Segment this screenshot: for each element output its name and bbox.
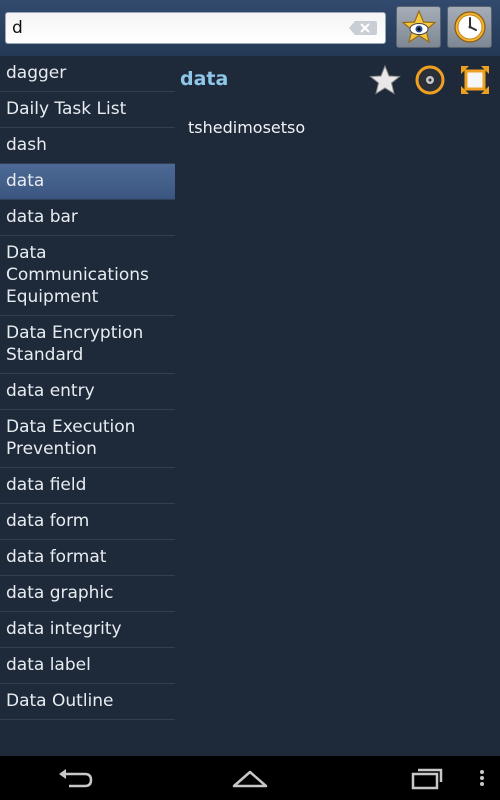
list-item[interactable]: Data Encryption Standard	[0, 316, 175, 374]
search-box[interactable]	[5, 12, 386, 44]
word-list[interactable]: dagger Daily Task List dash data data bar Dat…	[0, 56, 175, 756]
list-item[interactable]: data entry	[0, 374, 175, 410]
star-eye-icon	[401, 10, 437, 44]
dictionary-app: daggerDaily Task Listdashdatadata barDat…	[0, 0, 500, 800]
search-input[interactable]	[12, 13, 342, 43]
list-item[interactable]: dagger	[0, 56, 175, 92]
overflow-menu-icon[interactable]	[472, 764, 492, 792]
list-item[interactable]: data integrity	[0, 612, 175, 648]
audio-icon[interactable]	[414, 64, 446, 96]
list-item[interactable]: data	[0, 164, 175, 200]
list-item[interactable]: Data Execution Prevention	[0, 410, 175, 468]
system-nav-bar	[0, 756, 500, 800]
history-button[interactable]	[447, 6, 492, 48]
home-icon[interactable]	[230, 764, 270, 792]
translation-text: tshedimosetso	[188, 118, 306, 137]
list-item[interactable]: data graphic	[0, 576, 175, 612]
list-item[interactable]: data form	[0, 504, 175, 540]
expand-icon[interactable]	[459, 64, 491, 96]
entry-title: data	[180, 68, 229, 90]
list-item[interactable]: Daily Task List	[0, 92, 175, 128]
list-item[interactable]: data format	[0, 540, 175, 576]
list-item[interactable]: data label	[0, 648, 175, 684]
list-item[interactable]: data bar	[0, 200, 175, 236]
top-toolbar	[0, 0, 500, 56]
favorites-button[interactable]	[396, 6, 441, 48]
list-item[interactable]: dash	[0, 128, 175, 164]
list-item[interactable]: Data Communications Equipment	[0, 236, 175, 316]
detail-pane: data tshedimosetso	[175, 56, 500, 756]
recent-apps-icon[interactable]	[407, 764, 447, 792]
clear-search-icon[interactable]	[349, 21, 377, 35]
clock-icon	[454, 11, 486, 43]
star-icon[interactable]	[369, 64, 401, 96]
list-item[interactable]: data field	[0, 468, 175, 504]
back-icon[interactable]	[55, 764, 95, 792]
list-item[interactable]: Data Outline	[0, 684, 175, 720]
